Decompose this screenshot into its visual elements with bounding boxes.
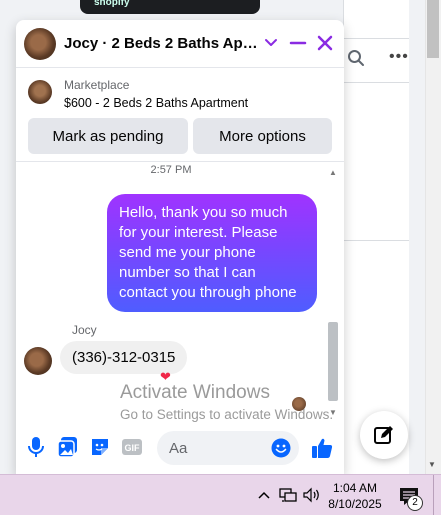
scroll-up-arrow-icon[interactable]: ▲ — [329, 168, 337, 177]
close-icon[interactable] — [316, 34, 334, 52]
scroll-down-arrow-icon[interactable]: ▼ — [428, 460, 436, 469]
volume-icon[interactable] — [303, 487, 321, 503]
right-panel — [343, 0, 409, 474]
gif-icon[interactable]: GIF — [120, 435, 144, 459]
page-scrollbar-thumb[interactable] — [427, 0, 439, 58]
outgoing-message[interactable]: Hello, thank you so much for your intere… — [107, 194, 317, 312]
microphone-icon[interactable] — [24, 435, 48, 459]
notification-count-badge: 2 — [407, 495, 423, 511]
avatar[interactable] — [24, 347, 52, 375]
avatar[interactable] — [24, 28, 56, 60]
compose-icon — [374, 426, 393, 444]
more-icon[interactable]: ••• — [389, 48, 409, 66]
listing-thumbnail[interactable] — [28, 80, 52, 104]
divider — [343, 82, 409, 83]
image-icon[interactable] — [56, 435, 80, 459]
thumbs-up-icon[interactable] — [310, 436, 334, 460]
marketplace-listing: Marketplace $600 - 2 Beds 2 Baths Apartm… — [16, 68, 344, 162]
message-composer: GIF — [16, 424, 344, 474]
clock[interactable]: 1:04 AM 8/10/2025 — [326, 480, 384, 512]
background-card-text: shopify — [94, 0, 130, 8]
sticker-icon[interactable] — [88, 435, 112, 459]
mark-as-pending-button[interactable]: Mark as pending — [28, 118, 188, 154]
activation-watermark-title: Activate Windows — [120, 382, 270, 403]
sender-name: Jocy — [72, 323, 97, 337]
taskbar: 1:04 AM 8/10/2025 2 — [0, 474, 441, 515]
divider — [343, 38, 409, 39]
background-ad-card[interactable]: shopify — [80, 0, 260, 14]
clock-time: 1:04 AM — [332, 481, 378, 495]
minimize-icon[interactable] — [289, 34, 307, 52]
listing-source: Marketplace — [64, 78, 130, 92]
svg-text:GIF: GIF — [125, 443, 141, 453]
chevron-down-icon[interactable] — [263, 34, 279, 52]
network-icon[interactable] — [279, 487, 297, 503]
message-scrollbar-thumb[interactable] — [328, 322, 338, 401]
emoji-icon[interactable] — [271, 438, 291, 458]
page-scrollbar[interactable] — [425, 0, 441, 474]
chat-header[interactable]: Jocy · 2 Beds 2 Baths Apartment — [16, 20, 344, 68]
show-desktop-edge[interactable] — [433, 475, 434, 515]
compose-button[interactable] — [360, 411, 408, 459]
activation-watermark-subtitle: Go to Settings to activate Windows. — [120, 407, 334, 422]
clock-date: 8/10/2025 — [328, 497, 382, 511]
chat-title[interactable]: Jocy · 2 Beds 2 Baths Apartment — [64, 35, 260, 52]
show-hidden-icons-icon[interactable] — [257, 488, 271, 502]
more-options-button[interactable]: More options — [193, 118, 332, 154]
divider — [343, 240, 409, 241]
message-timestamp: 2:57 PM — [150, 164, 192, 176]
chat-window: Jocy · 2 Beds 2 Baths Apartment Marketpl… — [16, 20, 344, 474]
search-icon[interactable] — [347, 49, 365, 67]
listing-title[interactable]: $600 - 2 Beds 2 Baths Apartment — [64, 96, 248, 110]
